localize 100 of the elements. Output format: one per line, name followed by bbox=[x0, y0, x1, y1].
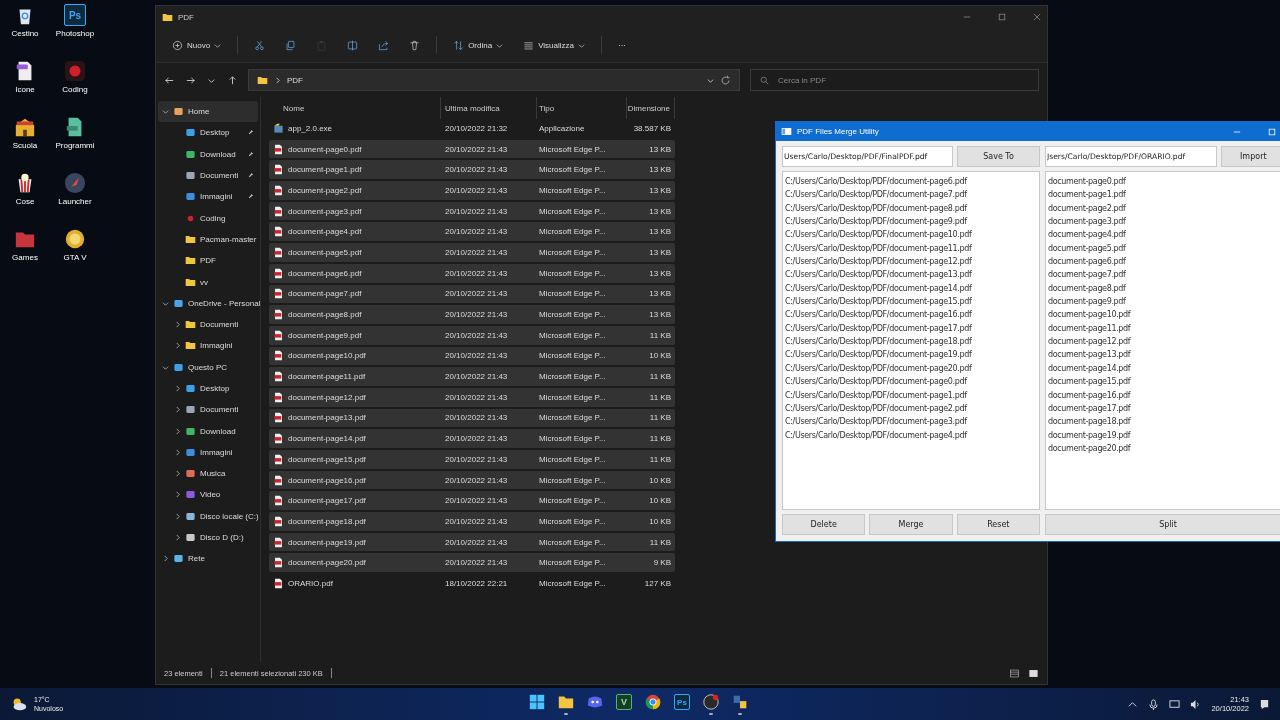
microphone-icon[interactable] bbox=[1148, 698, 1160, 710]
list-item[interactable]: document-page13.pdf bbox=[1048, 348, 1131, 362]
sidebar-item[interactable]: Pacman-master bbox=[158, 228, 258, 251]
file-row[interactable]: document-page18.pdf 20/10/2022 21:43 Microsoft Edge P... 10 KB bbox=[269, 512, 675, 531]
sidebar-item[interactable]: Desktop bbox=[158, 377, 258, 400]
chevron-down-icon[interactable] bbox=[707, 76, 714, 84]
taskbar-app[interactable]: V bbox=[612, 690, 636, 718]
app-icon[interactable] bbox=[64, 60, 86, 82]
desktop-icon-label[interactable]: Cose bbox=[15, 197, 35, 207]
chevron-icon[interactable] bbox=[174, 448, 181, 456]
list-item[interactable]: document-page1.pdf bbox=[1048, 188, 1126, 202]
file-row[interactable]: document-page7.pdf 20/10/2022 21:43 Microsoft Edge P... 13 KB bbox=[269, 284, 675, 304]
list-item[interactable]: document-page14.pdf bbox=[1048, 361, 1131, 376]
file-row[interactable]: document-page6.pdf 20/10/2022 21:43 Microsoft Edge P... 13 KB bbox=[269, 263, 675, 283]
list-item[interactable]: document-page16.pdf bbox=[1048, 388, 1131, 402]
sidebar-item[interactable]: Disco D (D:) bbox=[158, 526, 258, 549]
building-icon[interactable] bbox=[14, 116, 36, 138]
list-item[interactable]: document-page0.pdf bbox=[1048, 175, 1126, 189]
chevron-icon[interactable] bbox=[174, 385, 181, 392]
list-item[interactable]: document-page8.pdf bbox=[1048, 281, 1126, 296]
view-button[interactable]: Visualizza bbox=[515, 35, 593, 55]
desktop-icon-label[interactable]: Launcher bbox=[58, 197, 92, 207]
tiles-view-icon[interactable] bbox=[1028, 667, 1039, 679]
list-item[interactable]: C:/Users/Carlo/Desktop/PDF/document-page6.pdf bbox=[785, 175, 967, 189]
file-row[interactable]: document-page1.pdf 20/10/2022 21:43 Microsoft Edge P... 13 KB bbox=[269, 160, 675, 180]
list-item[interactable]: document-page5.pdf bbox=[1048, 241, 1126, 256]
sidebar-item[interactable]: Home bbox=[158, 101, 258, 123]
list-item[interactable]: C:/Users/Carlo/Desktop/PDF/document-page16.pdf bbox=[785, 308, 972, 322]
list-item[interactable]: C:/Users/Carlo/Desktop/PDF/document-page15.pdf bbox=[785, 295, 972, 309]
sidebar-item[interactable]: Musica bbox=[158, 463, 258, 485]
file-row[interactable]: document-page5.pdf 20/10/2022 21:43 Microsoft Edge P... 13 KB bbox=[269, 243, 675, 262]
desktop-icon-label[interactable]: Cestino bbox=[11, 29, 39, 39]
sidebar-item[interactable]: vv bbox=[158, 271, 258, 293]
sidebar-item[interactable]: Documenti bbox=[158, 313, 258, 336]
list-item[interactable]: C:/Users/Carlo/Desktop/PDF/document-page17.pdf bbox=[785, 321, 972, 336]
photoshop-icon[interactable]: Ps bbox=[64, 4, 86, 26]
file-row[interactable]: document-page19.pdf 20/10/2022 21:43 Microsoft Edge P... 11 KB bbox=[269, 532, 675, 552]
list-item[interactable]: C:/Users/Carlo/Desktop/PDF/document-page20.pdf bbox=[785, 361, 972, 376]
sidebar-item[interactable]: Documenti bbox=[158, 399, 258, 421]
sidebar-item[interactable]: PDF bbox=[158, 250, 258, 272]
save-to-button[interactable]: Save To bbox=[957, 146, 1040, 167]
list-item[interactable]: document-page19.pdf bbox=[1048, 428, 1131, 442]
column-header[interactable]: Ultima modifica bbox=[441, 97, 537, 119]
list-item[interactable]: document-page4.pdf bbox=[1048, 228, 1126, 242]
chevron-icon[interactable] bbox=[174, 406, 181, 414]
list-item[interactable]: C:/Users/Carlo/Desktop/PDF/document-page4.pdf bbox=[785, 428, 967, 442]
split-button[interactable]: Split bbox=[1045, 514, 1280, 535]
sidebar-item[interactable]: Download bbox=[158, 420, 258, 442]
sidebar-item[interactable]: Immagini bbox=[158, 441, 258, 464]
path-segment[interactable]: PDF bbox=[287, 75, 303, 85]
rocket-icon[interactable] bbox=[64, 172, 86, 194]
sort-button[interactable]: Ordina bbox=[445, 35, 512, 55]
desktop-icon-label[interactable]: GTA V bbox=[63, 253, 87, 263]
address-bar[interactable]: PDF bbox=[248, 69, 740, 91]
list-item[interactable]: C:/Users/Carlo/Desktop/PDF/document-page7.pdf bbox=[785, 188, 967, 202]
list-item[interactable]: C:/Users/Carlo/Desktop/PDF/document-page19.pdf bbox=[785, 348, 972, 362]
list-item[interactable]: document-page11.pdf bbox=[1048, 321, 1131, 336]
file-row[interactable]: document-page0.pdf 20/10/2022 21:43 Microsoft Edge P... 13 KB bbox=[269, 139, 675, 159]
sidebar-item[interactable]: Immagini bbox=[158, 186, 258, 208]
notification-icon[interactable] bbox=[1259, 698, 1270, 710]
column-header[interactable]: Tipo bbox=[537, 97, 627, 119]
chevron-icon[interactable] bbox=[174, 491, 181, 499]
chevron-icon[interactable] bbox=[174, 427, 181, 435]
file-row[interactable]: document-page15.pdf 20/10/2022 21:43 Microsoft Edge P... 11 KB bbox=[269, 450, 675, 469]
chevron-icon[interactable] bbox=[162, 108, 169, 116]
merge-file-list[interactable] bbox=[782, 171, 1040, 510]
list-item[interactable]: document-page10.pdf bbox=[1048, 308, 1131, 322]
chevron-icon[interactable] bbox=[174, 342, 181, 350]
close-icon[interactable] bbox=[1033, 13, 1041, 21]
file-row[interactable]: document-page13.pdf 20/10/2022 21:43 Microsoft Edge P... 11 KB bbox=[269, 408, 675, 428]
chevron-icon[interactable] bbox=[162, 555, 169, 563]
file-row[interactable]: ORARIO.pdf 18/10/2022 22:21 Microsoft Edge P... 127 KB bbox=[269, 574, 675, 593]
chevron-icon[interactable] bbox=[174, 512, 181, 520]
list-item[interactable]: C:/Users/Carlo/Desktop/PDF/document-page0.pdf bbox=[785, 375, 967, 389]
sidebar-item[interactable]: Video bbox=[158, 484, 258, 506]
details-view-icon[interactable] bbox=[1009, 667, 1020, 679]
desktop-icon-label[interactable]: Scuola bbox=[12, 141, 38, 151]
list-item[interactable]: document-page17.pdf bbox=[1048, 401, 1131, 416]
file-row[interactable]: app_2.0.exe 20/10/2022 21:32 Applicazione 38.587 KB bbox=[269, 119, 675, 138]
sidebar-item[interactable]: Disco locale (C:) bbox=[158, 505, 258, 527]
desktop-icon-label[interactable]: Programmi bbox=[55, 141, 95, 151]
reset-button[interactable]: Reset bbox=[956, 514, 1040, 535]
list-item[interactable]: C:/Users/Carlo/Desktop/PDF/document-page3.pdf bbox=[785, 415, 967, 429]
coin-icon[interactable] bbox=[64, 228, 86, 250]
desktop-icon-label[interactable]: Coding bbox=[62, 85, 88, 95]
list-item[interactable]: C:/Users/Carlo/Desktop/PDF/document-page13.pdf bbox=[785, 268, 972, 282]
file-row[interactable]: document-page4.pdf 20/10/2022 21:43 Microsoft Edge P... 13 KB bbox=[269, 222, 675, 242]
search-field[interactable]: Cerca in PDF bbox=[750, 69, 1039, 91]
sidebar-item[interactable]: OneDrive - Personal bbox=[158, 292, 258, 314]
list-item[interactable]: C:/Users/Carlo/Desktop/PDF/document-page8.pdf bbox=[785, 201, 967, 216]
refresh-icon[interactable] bbox=[720, 74, 731, 86]
sidebar-item[interactable]: Download bbox=[158, 143, 258, 165]
split-file-list[interactable] bbox=[1045, 171, 1280, 510]
new-button[interactable]: Nuovo bbox=[164, 35, 230, 55]
list-item[interactable]: C:/Users/Carlo/Desktop/PDF/document-page2.pdf bbox=[785, 401, 967, 416]
speaker-icon[interactable] bbox=[1190, 698, 1202, 710]
maximize-icon[interactable] bbox=[998, 13, 1006, 21]
taskbar-app[interactable]: Ps bbox=[670, 690, 694, 718]
file-row[interactable]: document-page17.pdf 20/10/2022 21:43 Microsoft Edge P... 10 KB bbox=[269, 491, 675, 511]
list-item[interactable]: document-page12.pdf bbox=[1048, 335, 1131, 349]
